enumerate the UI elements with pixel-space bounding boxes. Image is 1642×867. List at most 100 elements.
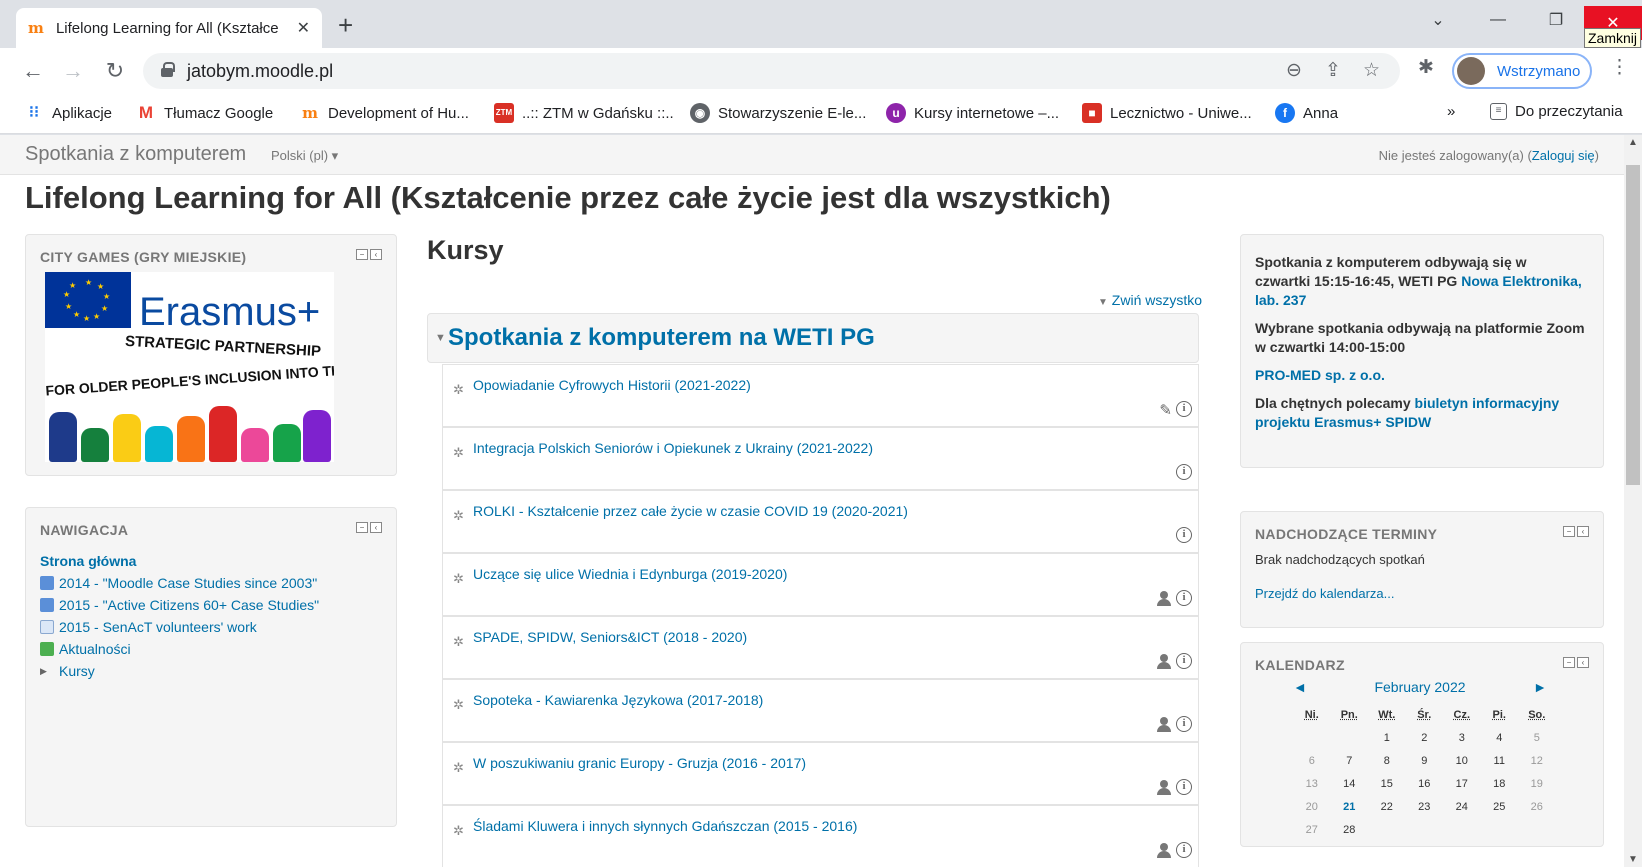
collapse-icon[interactable]: − (356, 249, 368, 260)
nav-home-link[interactable]: Strona główna (40, 553, 136, 569)
bookmark-item[interactable]: f Anna (1275, 103, 1338, 123)
bookmark-item[interactable]: ZTM ..:: ZTM w Gdańsku ::.. (494, 103, 674, 123)
site-brand[interactable]: Spotkania z komputerem (25, 143, 246, 166)
category-title[interactable]: Spotkania z komputerem na WETI PG (448, 324, 875, 352)
bookmark-label: Development of Hu... (328, 104, 469, 122)
bookmark-item[interactable]: m Development of Hu... (300, 103, 469, 123)
collapse-all-link[interactable]: ▼ Zwiń wszystko (1098, 292, 1202, 308)
tab-close-icon[interactable]: ✕ (297, 18, 310, 38)
extensions-icon[interactable]: ✱ (1418, 56, 1434, 79)
teacher-icon[interactable] (1156, 842, 1172, 858)
teacher-icon[interactable] (1156, 716, 1172, 732)
collapse-icon[interactable]: − (1563, 657, 1575, 668)
zoom-icon[interactable]: ⊖ (1286, 59, 1302, 82)
new-tab-button[interactable]: + (338, 10, 353, 40)
course-icon: ✲ (453, 760, 464, 775)
dock-icon[interactable]: ‹ (1577, 526, 1589, 537)
nav-item[interactable]: 2015 - "Active Citizens 60+ Case Studies… (40, 594, 319, 616)
block-controls: − ‹ (1563, 657, 1589, 668)
share-icon[interactable]: ⇪ (1325, 59, 1341, 82)
login-prefix: Nie jesteś zalogowany(a) ( (1378, 148, 1532, 163)
bookmark-item[interactable]: u Kursy internetowe –... (886, 103, 1059, 123)
nav-item[interactable]: 2014 - "Moodle Case Studies since 2003" (40, 572, 319, 594)
nav-item-link[interactable]: 2015 - SenAcT volunteers' work (59, 619, 257, 635)
info-icon[interactable]: i (1176, 842, 1192, 858)
bookmark-item[interactable]: ■ Lecznictwo - Uniwe... (1082, 103, 1252, 123)
language-menu[interactable]: Polski (pl) ▾ (271, 148, 338, 164)
nav-item-link[interactable]: Kursy (59, 663, 95, 679)
url-text[interactable]: jatobym.moodle.pl (187, 61, 333, 82)
collapse-icon[interactable]: − (1563, 526, 1575, 537)
nav-item-link[interactable]: 2015 - "Active Citizens 60+ Case Studies… (59, 597, 319, 613)
calendar-day: 9 (1421, 754, 1428, 767)
course-link[interactable]: SPADE, SPIDW, Seniors&ICT (2018 - 2020) (473, 629, 747, 645)
forum-icon (40, 642, 54, 656)
bookmark-item[interactable]: ⁝⁝ Aplikacje (24, 103, 112, 123)
forward-arrow-icon[interactable]: → (58, 56, 88, 86)
calendar-link[interactable]: Przejdź do kalendarza... (1255, 586, 1394, 601)
scroll-up-icon[interactable]: ▲ (1628, 137, 1638, 148)
reading-list-button[interactable]: ≡ Do przeczytania (1490, 103, 1623, 120)
scroll-down-icon[interactable]: ▼ (1628, 854, 1638, 865)
info-icon[interactable]: i (1176, 464, 1192, 480)
course-link[interactable]: ROLKI - Kształcenie przez całe życie w c… (473, 503, 908, 519)
info-icon[interactable]: i (1176, 590, 1192, 606)
lock-icon[interactable] (161, 62, 175, 78)
course-link[interactable]: Sopoteka - Kawiarenka Językowa (2017-201… (473, 692, 763, 708)
tab-search-icon[interactable]: ⌄ (1410, 0, 1466, 40)
info-icon[interactable]: i (1176, 779, 1192, 795)
profile-button[interactable]: Wstrzymano (1452, 53, 1592, 89)
teacher-icon[interactable] (1156, 590, 1172, 606)
promed-link[interactable]: PRO-MED sp. z o.o. (1255, 367, 1385, 383)
prev-month-icon[interactable]: ◄ (1293, 679, 1307, 695)
calendar-day: 23 (1418, 800, 1431, 813)
scroll-thumb[interactable] (1626, 165, 1640, 485)
bookmark-star-icon[interactable]: ☆ (1363, 59, 1380, 82)
browser-tab[interactable]: m Lifelong Learning for All (Kształce ✕ (16, 8, 322, 48)
edit-icon[interactable]: ✎ (1159, 401, 1172, 419)
course-link[interactable]: Opowiadanie Cyfrowych Historii (2021-202… (473, 377, 751, 393)
nav-item-link[interactable]: 2014 - "Moodle Case Studies since 2003" (59, 575, 317, 591)
nav-item-link[interactable]: Aktualności (59, 641, 131, 657)
dock-icon[interactable]: ‹ (370, 249, 382, 260)
info-icon[interactable]: i (1176, 527, 1192, 543)
teacher-icon[interactable] (1156, 653, 1172, 669)
course-link[interactable]: Uczące się ulice Wiednia i Edynburga (20… (473, 566, 787, 582)
bookmark-item[interactable]: M Tłumacz Google (136, 103, 273, 123)
menu-dots-icon[interactable]: ⋮ (1610, 56, 1629, 79)
info-icon[interactable]: i (1176, 716, 1192, 732)
nav-item[interactable]: Aktualności (40, 638, 319, 660)
info-icon[interactable]: i (1176, 401, 1192, 417)
category-header[interactable]: ▼ Spotkania z komputerem na WETI PG (427, 313, 1199, 363)
restore-button[interactable]: ❐ (1528, 0, 1584, 40)
teacher-icon[interactable] (1156, 779, 1172, 795)
minimize-button[interactable]: — (1470, 0, 1526, 40)
bookmark-item[interactable]: ◉ Stowarzyszenie E-le... (690, 103, 866, 123)
address-bar[interactable]: jatobym.moodle.pl ⊖ ⇪ ☆ (143, 53, 1400, 89)
dock-icon[interactable]: ‹ (370, 522, 382, 533)
nav-item[interactable]: ▶ Kursy (40, 660, 319, 682)
course-link[interactable]: Integracja Polskich Seniorów i Opiekunek… (473, 440, 873, 456)
course-icon: ✲ (453, 697, 464, 712)
login-link[interactable]: Zaloguj się (1532, 148, 1595, 163)
back-arrow-icon[interactable]: ← (18, 56, 48, 86)
nav-item[interactable]: 2015 - SenAcT volunteers' work (40, 616, 319, 638)
gmail-icon: M (138, 103, 154, 122)
calendar-day: 17 (1455, 777, 1468, 790)
dock-icon[interactable]: ‹ (1577, 657, 1589, 668)
bookmarks-overflow-button[interactable]: » (1447, 103, 1455, 120)
facebook-icon: f (1275, 103, 1295, 123)
course-link[interactable]: W poszukiwaniu granic Europy - Gruzja (2… (473, 755, 806, 771)
info-icon[interactable]: i (1176, 653, 1192, 669)
collapse-icon[interactable]: − (356, 522, 368, 533)
calendar-day-today[interactable]: 21 (1331, 801, 1369, 813)
page-scrollbar[interactable]: ▲ ▼ (1624, 135, 1642, 867)
next-month-icon[interactable]: ► (1533, 679, 1547, 695)
reload-icon[interactable]: ↻ (100, 56, 130, 86)
course-icons: ✎ i (1159, 401, 1192, 419)
expand-icon[interactable]: ▶ (40, 664, 54, 678)
course-icon: ✲ (453, 508, 464, 523)
nav-home[interactable]: Strona główna (40, 550, 319, 572)
course-link[interactable]: Śladami Kluwera i innych słynnych Gdańsz… (473, 818, 857, 834)
calendar-week: 20 21 22 23 24 25 26 (1293, 795, 1556, 818)
